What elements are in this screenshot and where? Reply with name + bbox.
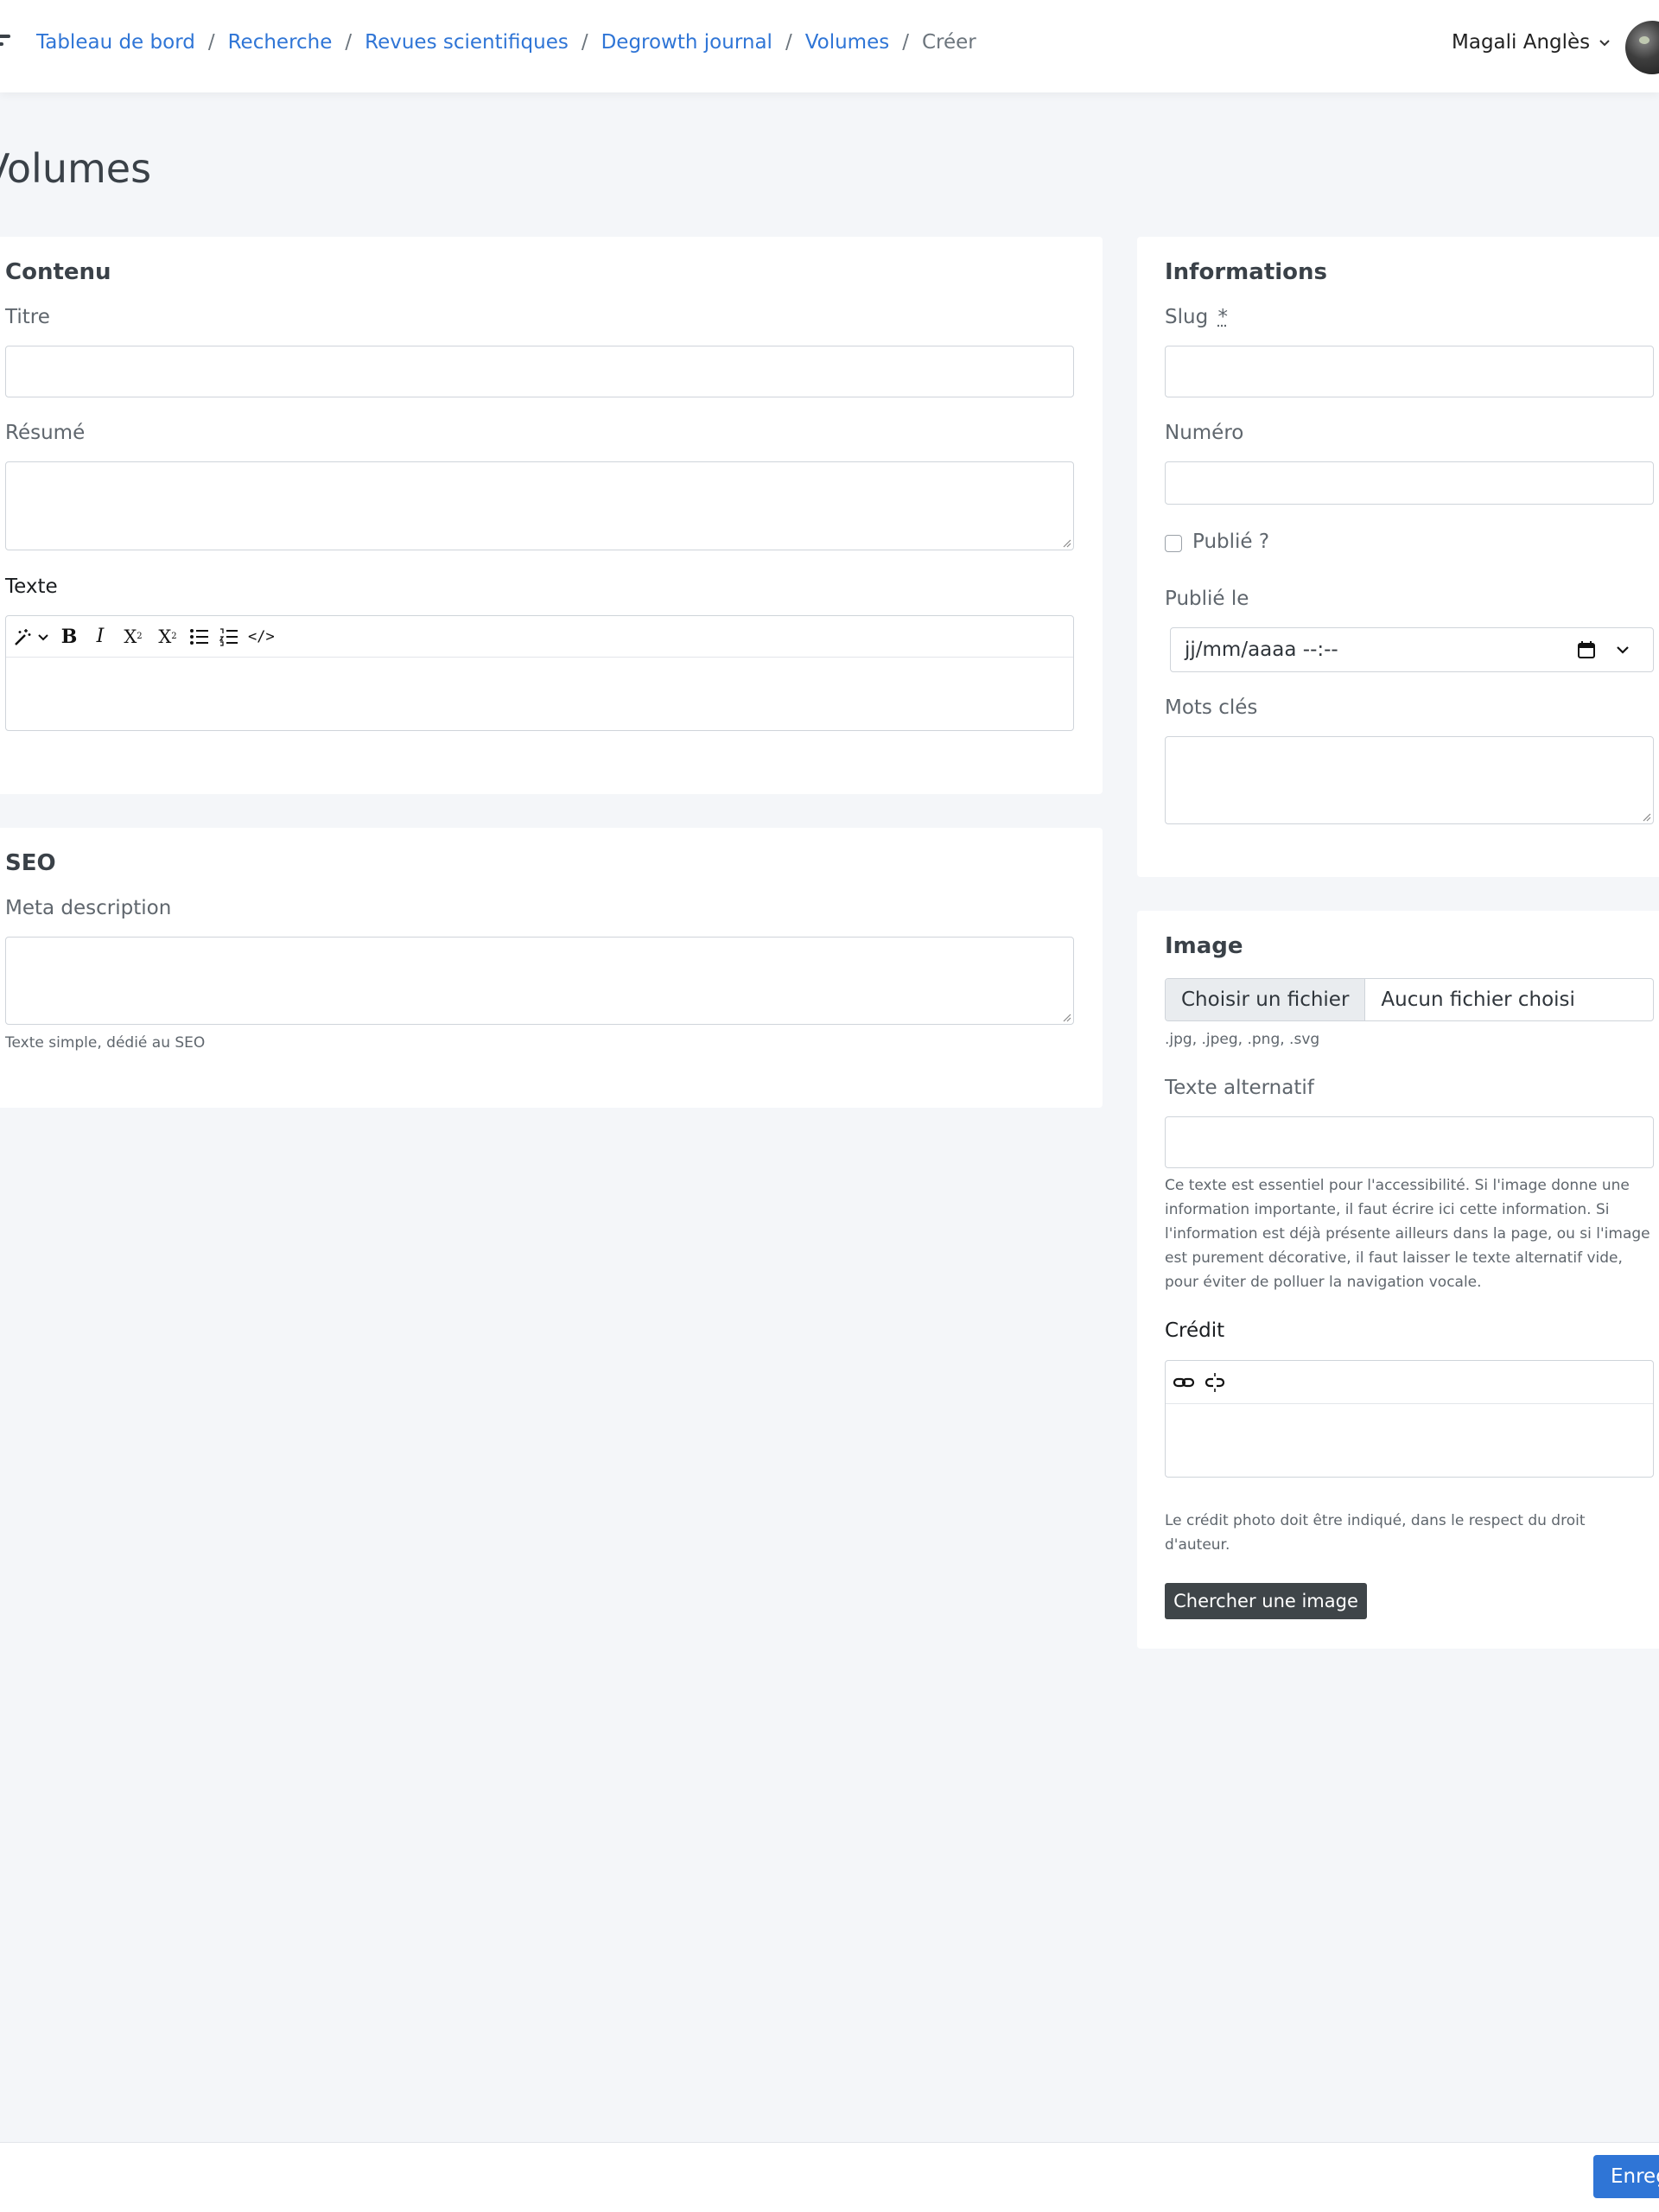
save-button[interactable]: Enregistrer: [1593, 2155, 1659, 2198]
resize-grip-icon[interactable]: [1641, 811, 1651, 822]
unlink-icon[interactable]: [1204, 1370, 1226, 1395]
breadcrumb-separator: /: [902, 31, 909, 54]
credit-help: Le crédit photo doit être indiqué, dans …: [1165, 1509, 1654, 1557]
number-label: Numéro: [1165, 422, 1243, 444]
required-marker: *: [1217, 306, 1228, 328]
published-checkbox[interactable]: [1165, 535, 1182, 552]
seo-card: SEO Meta description Texte simple, dédié…: [0, 828, 1103, 1108]
bullet-list-icon[interactable]: [189, 624, 210, 650]
keywords-label: Mots clés: [1165, 696, 1257, 719]
breadcrumb-separator: /: [582, 31, 588, 54]
breadcrumb-item-volumes[interactable]: Volumes: [805, 31, 890, 54]
numbered-list-icon[interactable]: [219, 624, 239, 650]
breadcrumb-item-dashboard[interactable]: Tableau de bord: [36, 31, 195, 54]
date-placeholder: jj/mm/aaaa --:--: [1185, 639, 1338, 661]
slug-input[interactable]: [1165, 346, 1654, 397]
chevron-down-icon: [37, 631, 49, 643]
breadcrumb-item-research[interactable]: Recherche: [228, 31, 333, 54]
credit-label: Crédit: [1165, 1319, 1224, 1342]
choose-file-button[interactable]: Choisir un fichier: [1166, 979, 1365, 1020]
footer-bar: [0, 2142, 1659, 2212]
user-name: Magali Anglès: [1452, 31, 1590, 54]
number-input[interactable]: [1165, 461, 1654, 505]
info-card-title: Informations: [1165, 259, 1327, 285]
superscript-icon[interactable]: X2: [120, 624, 146, 650]
breadcrumb-item-journals[interactable]: Revues scientifiques: [365, 31, 569, 54]
slug-label-text: Slug: [1165, 306, 1208, 328]
text-editor[interactable]: B I X2 X2 </>: [5, 615, 1074, 731]
seo-card-title: SEO: [5, 850, 56, 876]
breadcrumb-item-journal[interactable]: Degrowth journal: [601, 31, 772, 54]
editor-toolbar: B I X2 X2 </>: [6, 616, 1073, 658]
summary-textarea[interactable]: [5, 461, 1074, 550]
meta-description-help: Texte simple, dédié au SEO: [5, 1031, 205, 1055]
link-icon[interactable]: [1173, 1370, 1195, 1395]
file-types-help: .jpg, .jpeg, .png, .svg: [1165, 1027, 1319, 1052]
breadcrumb-separator: /: [345, 31, 352, 54]
breadcrumb: Tableau de bord / Recherche / Revues sci…: [36, 31, 976, 54]
alt-text-input[interactable]: [1165, 1116, 1654, 1168]
resize-grip-icon[interactable]: [1061, 537, 1071, 548]
keywords-textarea[interactable]: [1165, 736, 1654, 824]
bold-icon[interactable]: B: [58, 624, 80, 650]
italic-icon[interactable]: I: [89, 624, 111, 650]
file-name-text: Aucun fichier choisi: [1365, 979, 1575, 1020]
published-on-datetime-input[interactable]: jj/mm/aaaa --:--: [1170, 627, 1654, 672]
breadcrumb-current: Créer: [922, 31, 976, 54]
avatar[interactable]: [1625, 21, 1659, 74]
slug-label: Slug *: [1165, 306, 1228, 328]
breadcrumb-separator: /: [208, 31, 215, 54]
alt-text-label: Texte alternatif: [1165, 1077, 1314, 1099]
top-bar: Tableau de bord / Recherche / Revues sci…: [0, 0, 1659, 92]
subscript-icon[interactable]: X2: [155, 624, 181, 650]
menu-toggle-icon[interactable]: [0, 35, 10, 55]
info-card: Informations Slug * Numéro Publié ? Publ…: [1137, 237, 1659, 877]
image-card: Image Choisir un fichier Aucun fichier c…: [1137, 911, 1659, 1649]
content-card-title: Contenu: [5, 259, 111, 285]
published-label: Publié ?: [1192, 531, 1269, 553]
breadcrumb-separator: /: [785, 31, 792, 54]
meta-description-label: Meta description: [5, 897, 171, 919]
chevron-down-icon[interactable]: [1615, 642, 1630, 658]
alt-text-help: Ce texte est essentiel pour l'accessibil…: [1165, 1173, 1654, 1294]
meta-description-textarea[interactable]: [5, 937, 1074, 1025]
user-menu[interactable]: Magali Anglès: [1452, 31, 1611, 54]
credit-toolbar: [1166, 1361, 1653, 1404]
chevron-down-icon: [1598, 35, 1611, 49]
content-card: Contenu Titre Résumé Texte B I X2 X2 </>: [0, 237, 1103, 794]
search-image-button[interactable]: Chercher une image: [1165, 1583, 1367, 1619]
magic-wand-icon[interactable]: [13, 624, 49, 650]
title-input[interactable]: [5, 346, 1074, 397]
title-label: Titre: [5, 306, 50, 328]
published-on-label: Publié le: [1165, 588, 1249, 610]
resize-grip-icon[interactable]: [1061, 1012, 1071, 1022]
code-view-icon[interactable]: </>: [248, 624, 275, 650]
credit-editor[interactable]: [1165, 1360, 1654, 1478]
page-title: Volumes: [0, 145, 151, 192]
calendar-icon[interactable]: [1577, 640, 1596, 659]
text-label: Texte: [5, 575, 58, 598]
image-card-title: Image: [1165, 933, 1243, 959]
image-file-input[interactable]: Choisir un fichier Aucun fichier choisi: [1165, 978, 1654, 1021]
summary-label: Résumé: [5, 422, 85, 444]
